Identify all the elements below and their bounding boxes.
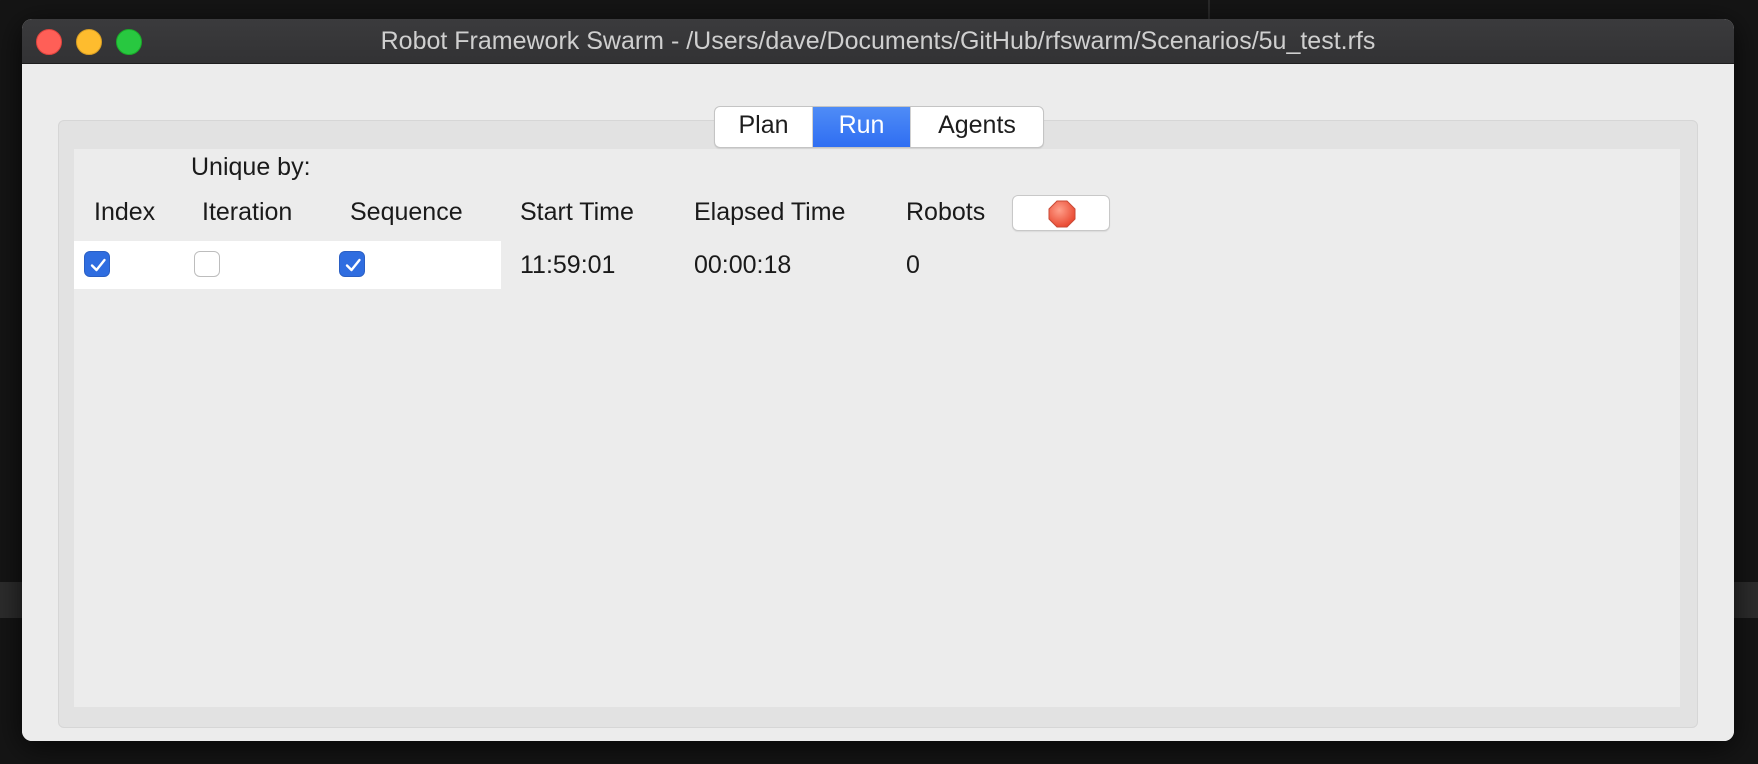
robots-value: 0	[906, 251, 920, 279]
app-window: Robot Framework Swarm - /Users/dave/Docu…	[22, 19, 1734, 741]
tab-plan[interactable]: Plan	[715, 107, 813, 147]
checkmark-icon	[345, 258, 361, 272]
title-bar: Robot Framework Swarm - /Users/dave/Docu…	[22, 19, 1734, 64]
elapsed-time-header: Elapsed Time	[694, 198, 846, 226]
index-header: Index	[94, 198, 156, 226]
tab-bar: Plan Run Agents	[714, 106, 1044, 148]
stop-icon	[1048, 200, 1076, 228]
iteration-header: Iteration	[202, 198, 293, 226]
sequence-header: Sequence	[350, 198, 463, 226]
tab-run[interactable]: Run	[813, 107, 911, 147]
terminal-divider	[1208, 0, 1210, 20]
iteration-checkbox[interactable]	[194, 251, 220, 277]
tab-agents[interactable]: Agents	[911, 107, 1043, 147]
window-content: Plan Run Agents Unique by: Index Iterati…	[22, 64, 1734, 741]
checkmark-icon	[90, 258, 106, 272]
unique-by-label: Unique by:	[191, 153, 311, 181]
sequence-checkbox[interactable]	[339, 251, 365, 277]
index-checkbox[interactable]	[84, 251, 110, 277]
run-panel: Unique by: Index Iteration Sequence Star…	[74, 149, 1680, 707]
window-title: Robot Framework Swarm - /Users/dave/Docu…	[380, 27, 1376, 55]
start-time-header: Start Time	[520, 198, 634, 226]
unique-by-options-row	[74, 241, 501, 289]
elapsed-time-value: 00:00:18	[694, 251, 792, 279]
robots-header: Robots	[906, 198, 986, 226]
stop-button[interactable]	[1012, 195, 1110, 231]
start-time-value: 11:59:01	[520, 251, 616, 279]
